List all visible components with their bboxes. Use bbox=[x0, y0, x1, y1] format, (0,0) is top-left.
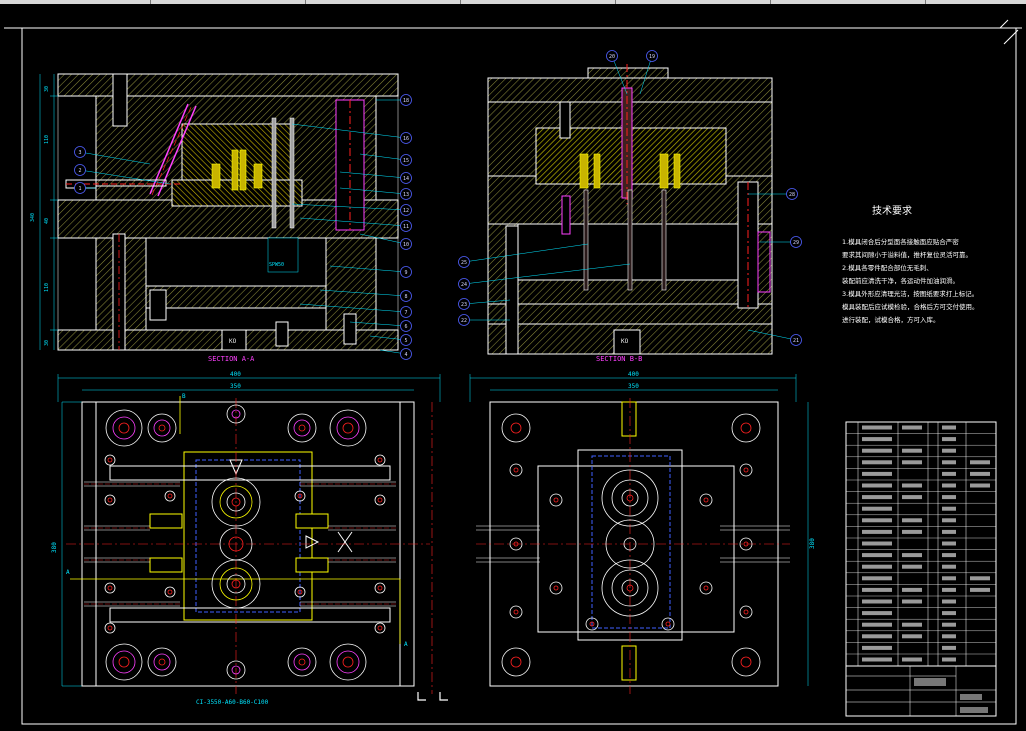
balloon-number: 2 bbox=[78, 168, 81, 174]
ko-label-a: KO bbox=[229, 338, 237, 345]
balloon-number: 3 bbox=[78, 150, 81, 156]
balloon: 25 bbox=[458, 243, 589, 268]
svg-text:380: 380 bbox=[51, 542, 58, 553]
svg-text:400: 400 bbox=[628, 371, 639, 378]
balloon-number: 1 bbox=[78, 186, 81, 192]
svg-text:30: 30 bbox=[44, 340, 50, 346]
balloon-number: 20 bbox=[609, 54, 615, 60]
balloon-number: 13 bbox=[403, 192, 409, 198]
svg-text:A: A bbox=[66, 569, 70, 576]
balloon-number: 14 bbox=[403, 176, 409, 182]
balloon-number: 5 bbox=[404, 338, 407, 344]
balloon-number: 4 bbox=[404, 352, 407, 358]
balloon-number: 28 bbox=[789, 192, 795, 198]
balloon-number: 11 bbox=[403, 224, 409, 230]
svg-text:350: 350 bbox=[628, 383, 639, 390]
svg-text:380: 380 bbox=[809, 538, 816, 549]
corner-marks bbox=[4, 19, 1022, 45]
svg-text:30: 30 bbox=[44, 86, 50, 92]
cad-drawing[interactable]: SPW50 KO 30 110 40 110 30 340 SECTION A-… bbox=[0, 4, 1026, 731]
plan-right-features bbox=[476, 413, 790, 677]
svg-text:SPW50: SPW50 bbox=[269, 262, 284, 268]
balloon-number: 24 bbox=[461, 282, 467, 288]
balloon-number: 9 bbox=[404, 270, 407, 276]
tech-req-line-6: 模具装配后应试模检验，合格后方可交付使用。 bbox=[842, 302, 979, 311]
svg-text:110: 110 bbox=[44, 135, 50, 144]
section-b-view: KO SECTION B-B bbox=[487, 64, 773, 363]
balloon-number: 12 bbox=[403, 208, 409, 214]
balloon-number: 19 bbox=[649, 54, 655, 60]
plan-left-features bbox=[84, 404, 396, 681]
balloon-number: 22 bbox=[461, 318, 467, 324]
svg-text:40: 40 bbox=[44, 218, 50, 224]
svg-text:400: 400 bbox=[230, 371, 241, 378]
section-a-caption: SECTION A-A bbox=[208, 355, 255, 363]
tech-req-title: 技术要求 bbox=[872, 204, 912, 217]
balloon-number: 7 bbox=[404, 310, 407, 316]
plan-view-right: 400 350 380 bbox=[431, 371, 816, 694]
svg-text:B: B bbox=[182, 393, 186, 400]
title-block bbox=[845, 665, 997, 717]
balloon-number: 29 bbox=[793, 240, 799, 246]
svg-text:350: 350 bbox=[230, 383, 241, 390]
balloon-number: 16 bbox=[403, 136, 409, 142]
bill-of-materials bbox=[845, 421, 997, 667]
tech-req-line-7: 进行装配，试模合格，方可入库。 bbox=[842, 315, 940, 324]
tech-req-line-2: 要求其间隙小于溢料值，推杆复位灵活可靠。 bbox=[842, 250, 972, 259]
tech-req-line-3: 2.模具各零件配合部位无毛刺、 bbox=[842, 263, 933, 272]
balloon-number: 6 bbox=[404, 324, 407, 330]
ko-label-b: KO bbox=[621, 338, 629, 345]
svg-text:110: 110 bbox=[44, 283, 50, 292]
technical-requirements: 技术要求 1.模具闭合后分型面各接触面应贴合严密 要求其间隙小于溢料值，推杆复位… bbox=[842, 204, 979, 324]
balloon-number: 25 bbox=[461, 260, 467, 266]
svg-text:340: 340 bbox=[30, 213, 36, 222]
balloon-number: 10 bbox=[403, 242, 409, 248]
svg-text:A: A bbox=[404, 641, 408, 648]
section-symbols bbox=[417, 692, 448, 701]
tech-req-line-4: 装配前应清洗干净，各运动件加油润滑。 bbox=[842, 276, 959, 285]
balloon-number: 8 bbox=[404, 294, 407, 300]
mold-base-code: CI-3550-A60-B60-C100 bbox=[196, 699, 269, 706]
balloon-number: 15 bbox=[403, 158, 409, 164]
plan-view-left: 400 350 380 A A B CI-3550-A60-B60-C100 bbox=[51, 371, 441, 706]
balloon-number: 21 bbox=[793, 338, 799, 344]
balloon-number: 18 bbox=[403, 98, 409, 104]
section-b-caption: SECTION B-B bbox=[596, 355, 642, 363]
tech-req-line-5: 3.模具外形应清理光洁，按图纸要求打上标记。 bbox=[842, 289, 978, 298]
tech-req-line-1: 1.模具闭合后分型面各接触面应贴合严密 bbox=[842, 237, 959, 246]
section-a-view: SPW50 KO 30 110 40 110 30 340 SECTION A-… bbox=[30, 73, 399, 363]
balloon-number: 23 bbox=[461, 302, 467, 308]
